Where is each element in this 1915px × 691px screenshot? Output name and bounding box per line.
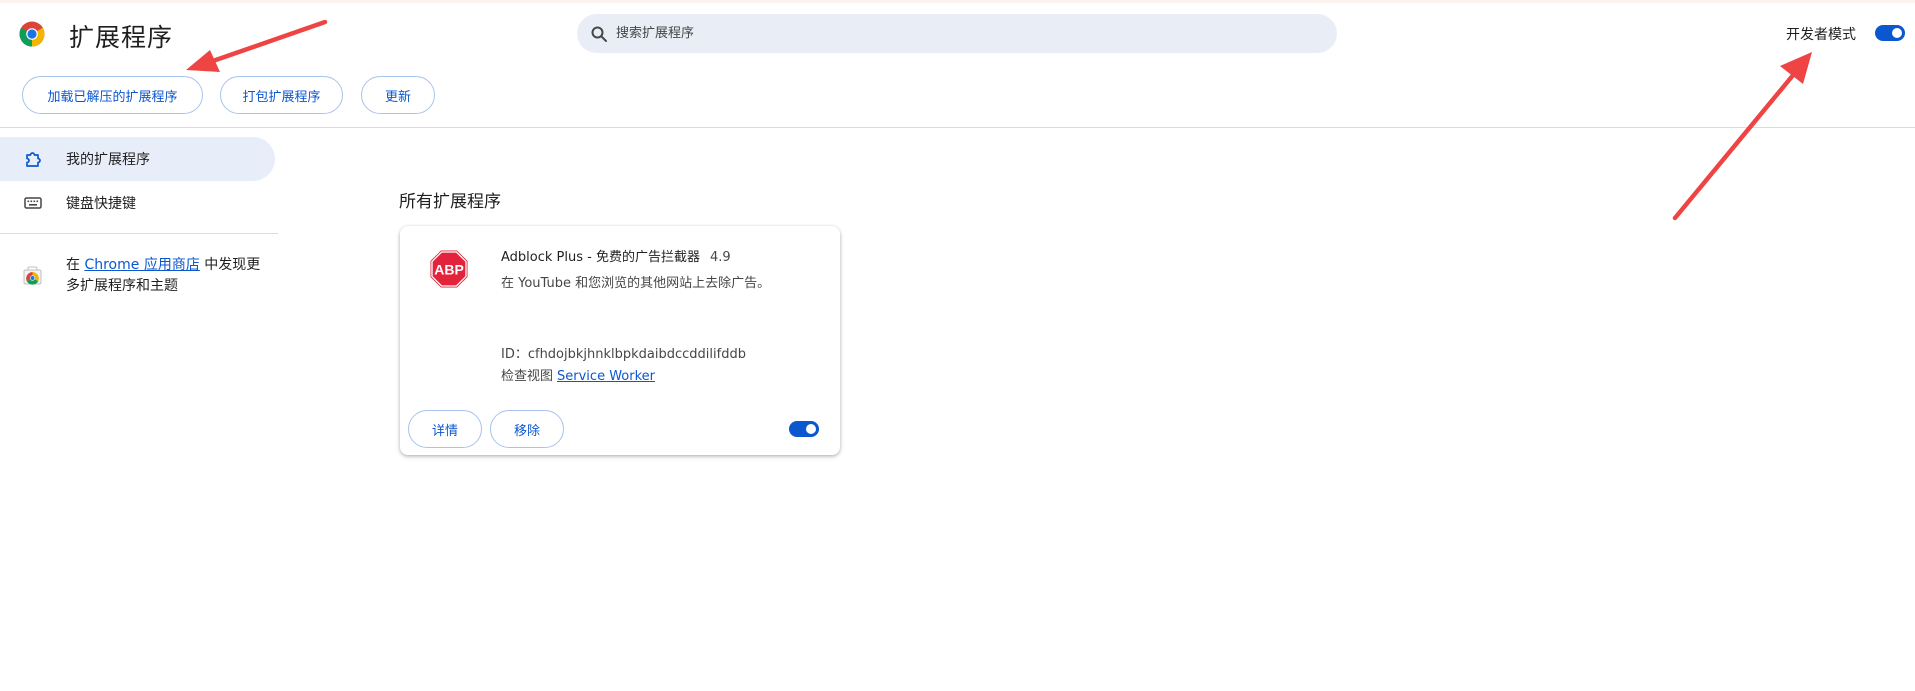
search-bar[interactable] [577, 14, 1337, 53]
puzzle-icon [26, 152, 41, 167]
abp-icon: ABP [428, 248, 470, 290]
header-divider [0, 127, 1915, 128]
details-button[interactable]: 详情 [408, 410, 482, 448]
toggle-knob [1892, 28, 1902, 38]
update-button[interactable]: 更新 [361, 76, 435, 114]
remove-button[interactable]: 移除 [490, 410, 564, 448]
extension-description: 在 YouTube 和您浏览的其他网站上去除广告。 [501, 276, 771, 291]
pack-extension-button[interactable]: 打包扩展程序 [220, 76, 343, 114]
store-prefix: 在 [66, 257, 80, 273]
chrome-web-store-link[interactable]: Chrome 应用商店 [84, 257, 199, 273]
sidebar-divider [0, 233, 278, 234]
inspect-views: 检查视图 Service Worker [501, 365, 655, 384]
arrow-to-load-unpacked [186, 19, 328, 72]
keyboard-icon [24, 197, 42, 209]
extension-card: ABP Adblock Plus - 免费的广告拦截器 4.9 在 YouTube… [400, 226, 840, 455]
web-store-promo: 在 Chrome 应用商店 中发现更多扩展程序和主题 [66, 255, 266, 297]
arrow-to-developer-mode [1672, 52, 1812, 221]
page-title: 扩展程序 [69, 23, 174, 52]
developer-mode-label: 开发者模式 [1786, 27, 1856, 43]
toggle-knob [806, 424, 816, 434]
abp-icon-text: ABP [434, 262, 464, 278]
developer-mode-toggle[interactable] [1875, 25, 1905, 41]
section-title: 所有扩展程序 [399, 192, 501, 212]
search-icon [591, 26, 607, 42]
extension-name: Adblock Plus - 免费的广告拦截器 4.9 [501, 246, 731, 265]
web-store-icon [23, 266, 42, 285]
extension-id: ID：cfhdojbkjhnklbpkdaibdccddilifddb [501, 347, 746, 362]
top-accent-line [0, 0, 1915, 3]
extension-version: 4.9 [709, 250, 731, 265]
sidebar-item-my-extensions[interactable]: 我的扩展程序 [0, 137, 275, 181]
service-worker-link[interactable]: Service Worker [557, 369, 655, 384]
load-unpacked-button[interactable]: 加载已解压的扩展程序 [22, 76, 203, 114]
sidebar-item-label: 我的扩展程序 [66, 152, 150, 168]
sidebar-item-keyboard-shortcuts[interactable]: 键盘快捷键 [0, 181, 275, 225]
sidebar-item-label: 键盘快捷键 [66, 196, 136, 212]
inspect-views-label: 检查视图 [501, 369, 554, 384]
extension-title: Adblock Plus - 免费的广告拦截器 [501, 250, 700, 265]
chrome-logo-icon [19, 21, 45, 47]
search-input[interactable] [614, 25, 1298, 42]
extensions-page: 扩展程序 开发者模式 加载已解压的扩展程序 打包扩展程序 更新 我的扩展程序 键… [0, 0, 1915, 691]
extension-enable-toggle[interactable] [789, 421, 819, 437]
